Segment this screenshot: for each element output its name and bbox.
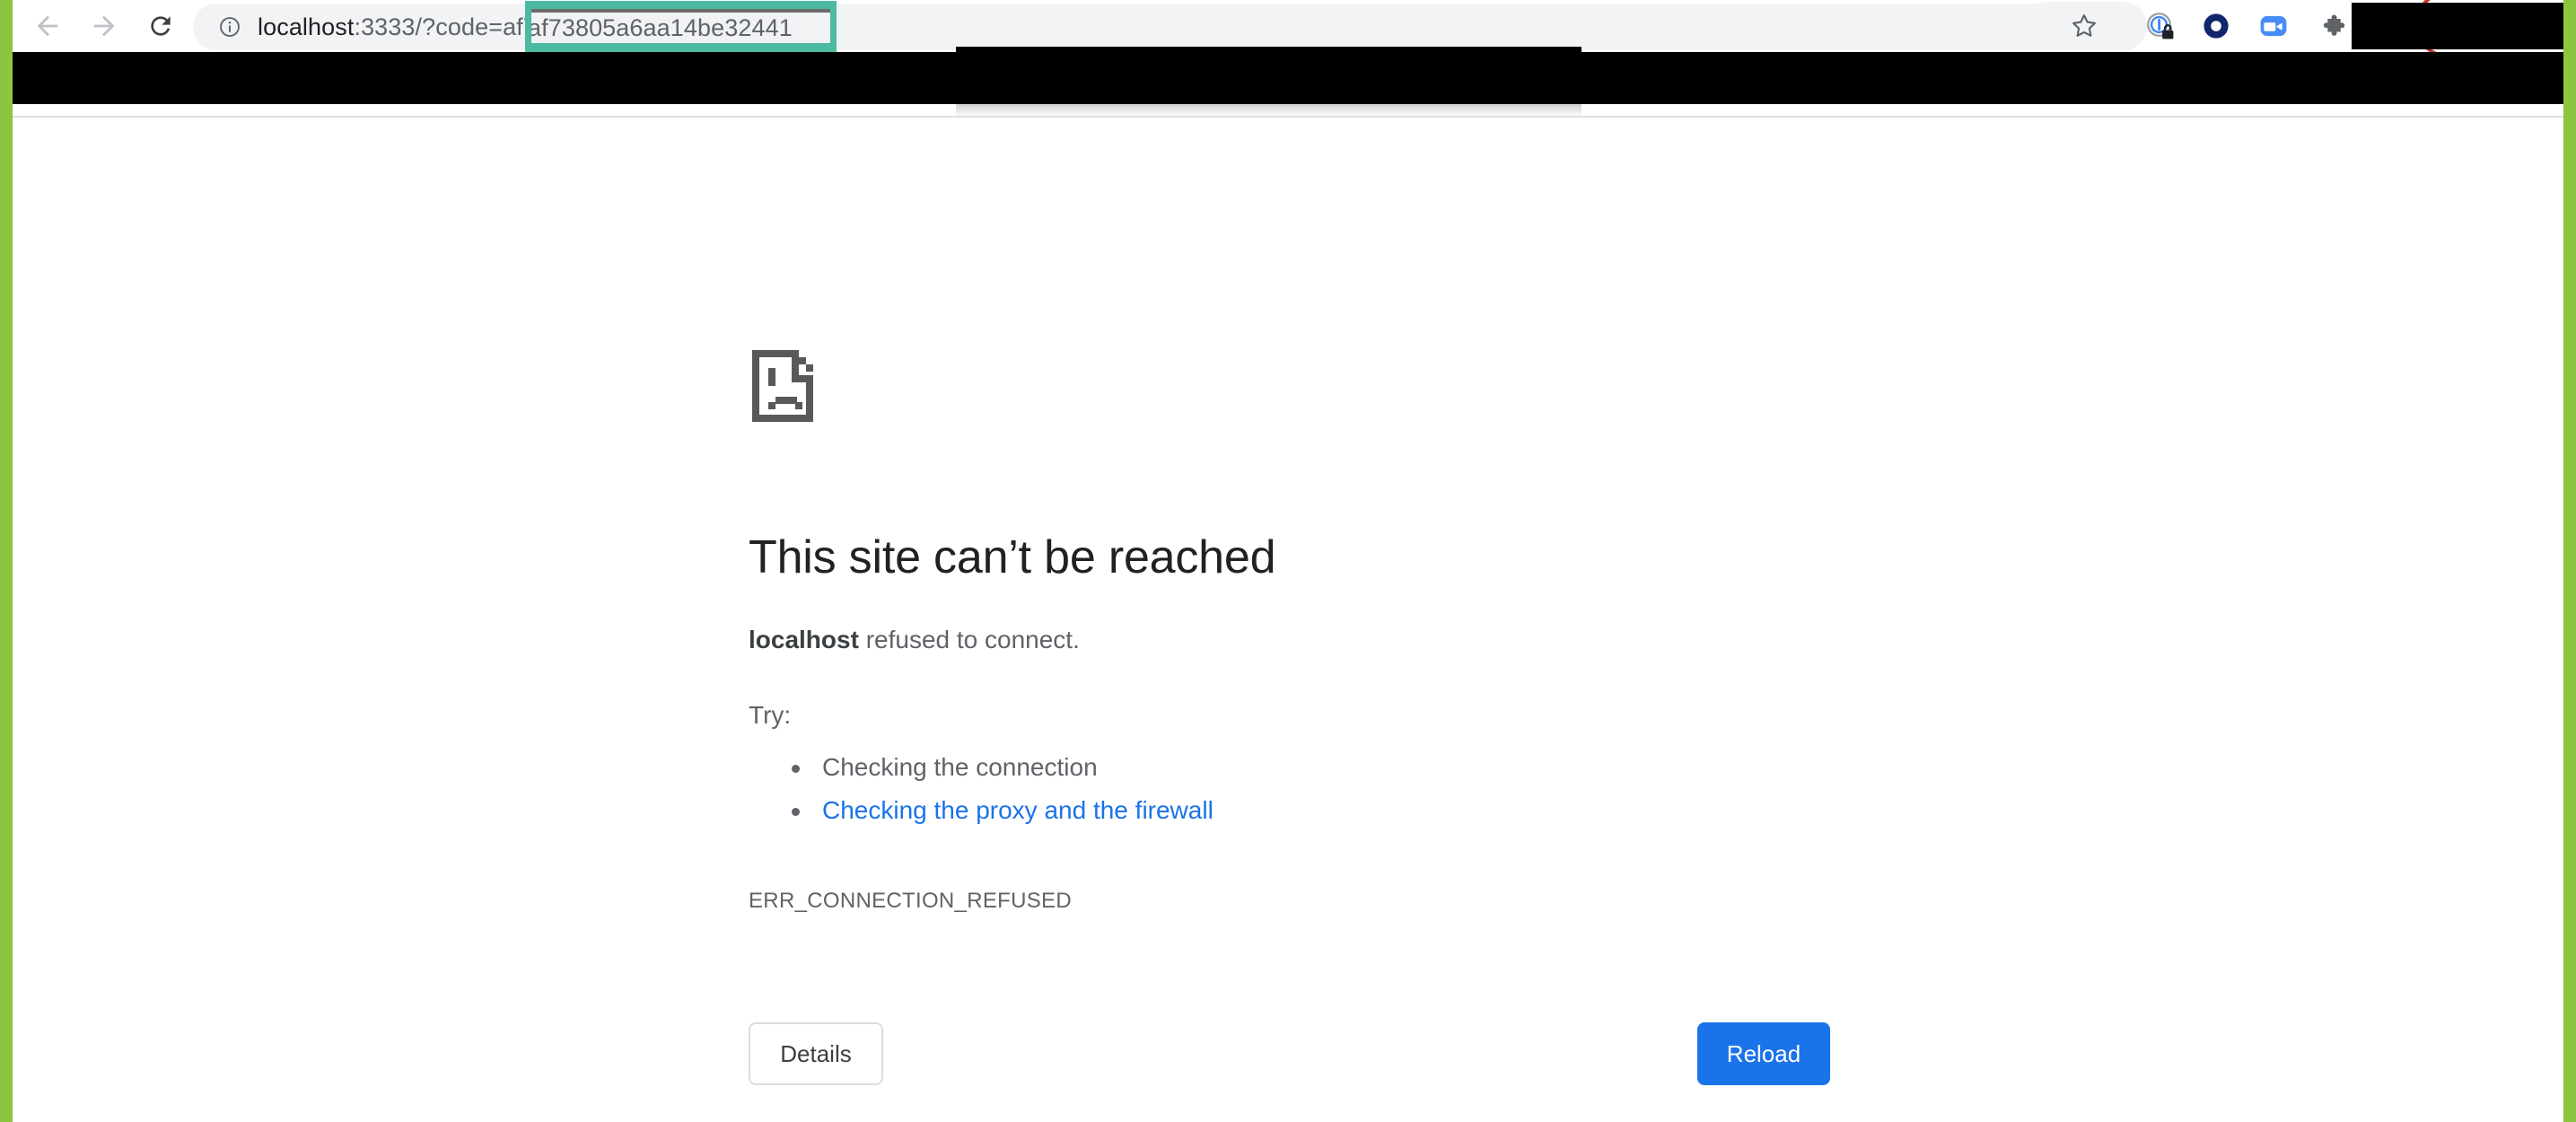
url-path: :3333/?code= <box>354 13 504 40</box>
list-item: Checking the proxy and the firewall <box>749 789 2095 832</box>
error-summary-rest: refused to connect. <box>858 626 1080 653</box>
browser-toolbar: localhost:3333/?code= af73805a6aa14be3244… <box>0 0 2576 57</box>
address-bar[interactable]: localhost:3333/?code= af73805a6aa14be3244… <box>193 4 2082 50</box>
details-button[interactable]: Details <box>749 1022 883 1085</box>
list-item: Checking the connection <box>749 746 2095 789</box>
reload-icon <box>151 16 171 36</box>
proxy-firewall-link[interactable]: Checking the proxy and the firewall <box>822 796 1214 824</box>
code-highlight-annotation: af73805a6aa14be32441 <box>525 1 837 52</box>
error-summary: localhost refused to connect. <box>749 624 2095 656</box>
redacted-bar-shadow <box>956 104 1582 117</box>
reload-button[interactable] <box>140 5 181 47</box>
try-label: Try: <box>749 701 792 729</box>
error-host: localhost <box>749 626 859 653</box>
error-code: ERR_CONNECTION_REFUSED <box>749 889 1072 913</box>
redacted-bar-main <box>0 52 2576 104</box>
arrow-left-icon <box>37 15 58 37</box>
highlighted-code-text: af73805a6aa14be32441 <box>531 14 793 41</box>
right-edge-marker <box>2563 0 2576 1122</box>
suggestion-text: Checking the connection <box>822 753 1098 781</box>
suggestion-list: Checking the connection Checking the pro… <box>749 746 2095 832</box>
password-manager-icon[interactable] <box>2141 6 2180 46</box>
extensions-puzzle-icon[interactable] <box>2311 6 2351 46</box>
ring-extension-icon[interactable] <box>2196 6 2236 46</box>
browser-window: localhost:3333/?code= af73805a6aa14be3244… <box>0 0 2576 1122</box>
arrow-right-icon <box>93 15 115 37</box>
error-actions: Details Reload <box>749 1022 1830 1085</box>
bookmark-star-icon[interactable] <box>2064 6 2104 46</box>
code-highlight-inner: af73805a6aa14be32441 <box>531 9 830 43</box>
site-info-icon[interactable] <box>218 15 241 39</box>
error-page: This site can’t be reached localhost ref… <box>13 118 2576 1122</box>
url-host: localhost <box>258 13 355 40</box>
left-edge-marker <box>0 0 13 1122</box>
page-title: This site can’t be reached <box>749 531 1276 583</box>
redacted-profile-area <box>2352 3 2572 49</box>
back-button[interactable] <box>27 5 68 47</box>
forward-button[interactable] <box>83 5 125 47</box>
reload-page-button[interactable]: Reload <box>1697 1022 1830 1085</box>
error-content: This site can’t be reached localhost ref… <box>749 346 2095 1085</box>
sad-page-icon <box>749 346 2095 434</box>
zoom-video-icon[interactable] <box>2254 6 2293 46</box>
